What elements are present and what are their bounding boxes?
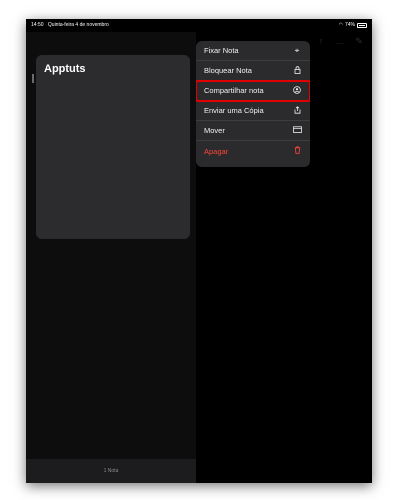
menu-item-label: Bloquear Nota bbox=[204, 66, 252, 75]
trash-icon bbox=[292, 146, 302, 156]
status-date: Quinta-feira 4 de novembro bbox=[47, 22, 109, 28]
share-icon[interactable]: ↑ bbox=[316, 36, 326, 46]
notes-count-footer: 1 Nota bbox=[26, 459, 196, 483]
sidebar-scroll-indicator bbox=[32, 74, 34, 83]
menu-item-delete[interactable]: Apagar bbox=[196, 141, 310, 161]
status-left: 14:50 Quinta-feira 4 de novembro bbox=[31, 19, 112, 32]
note-context-menu: Fixar Nota ⌖ Bloquear Nota Compartilhar … bbox=[196, 41, 310, 167]
status-time: 14:50 bbox=[31, 22, 44, 28]
pin-icon: ⌖ bbox=[294, 45, 300, 55]
menu-item-lock[interactable]: Bloquear Nota bbox=[196, 61, 310, 81]
ipad-screen: 14:50 Quinta-feira 4 de novembro ◠ 74% A… bbox=[26, 19, 372, 483]
notes-sidebar: Apptuts 1 Nota bbox=[26, 32, 196, 483]
editor-toolbar: ↑ … ✎ bbox=[316, 36, 364, 46]
folder-icon bbox=[292, 126, 302, 135]
menu-item-move[interactable]: Mover bbox=[196, 121, 310, 141]
menu-item-send-copy[interactable]: Enviar uma Cópia bbox=[196, 101, 310, 121]
share-person-icon bbox=[292, 85, 302, 96]
status-right: ◠ 74% bbox=[339, 19, 367, 32]
lock-icon bbox=[292, 65, 302, 76]
wifi-icon: ◠ bbox=[338, 22, 343, 28]
status-bar: 14:50 Quinta-feira 4 de novembro ◠ 74% bbox=[26, 19, 372, 32]
compose-icon[interactable]: ✎ bbox=[354, 36, 364, 46]
menu-item-label: Fixar Nota bbox=[204, 46, 239, 55]
battery-percent: 74% bbox=[344, 22, 355, 28]
menu-item-label: Enviar uma Cópia bbox=[204, 106, 264, 115]
menu-item-label: Compartilhar nota bbox=[204, 86, 264, 95]
battery-icon bbox=[357, 23, 367, 28]
more-icon[interactable]: … bbox=[335, 36, 345, 46]
menu-item-pin[interactable]: Fixar Nota ⌖ bbox=[196, 41, 310, 61]
note-title: Apptuts bbox=[44, 63, 86, 75]
note-preview-card[interactable]: Apptuts bbox=[36, 55, 190, 239]
menu-item-label: Mover bbox=[204, 126, 225, 135]
menu-item-label: Apagar bbox=[204, 146, 229, 156]
share-icon bbox=[292, 105, 302, 116]
menu-item-share-note[interactable]: Compartilhar nota bbox=[196, 80, 310, 102]
